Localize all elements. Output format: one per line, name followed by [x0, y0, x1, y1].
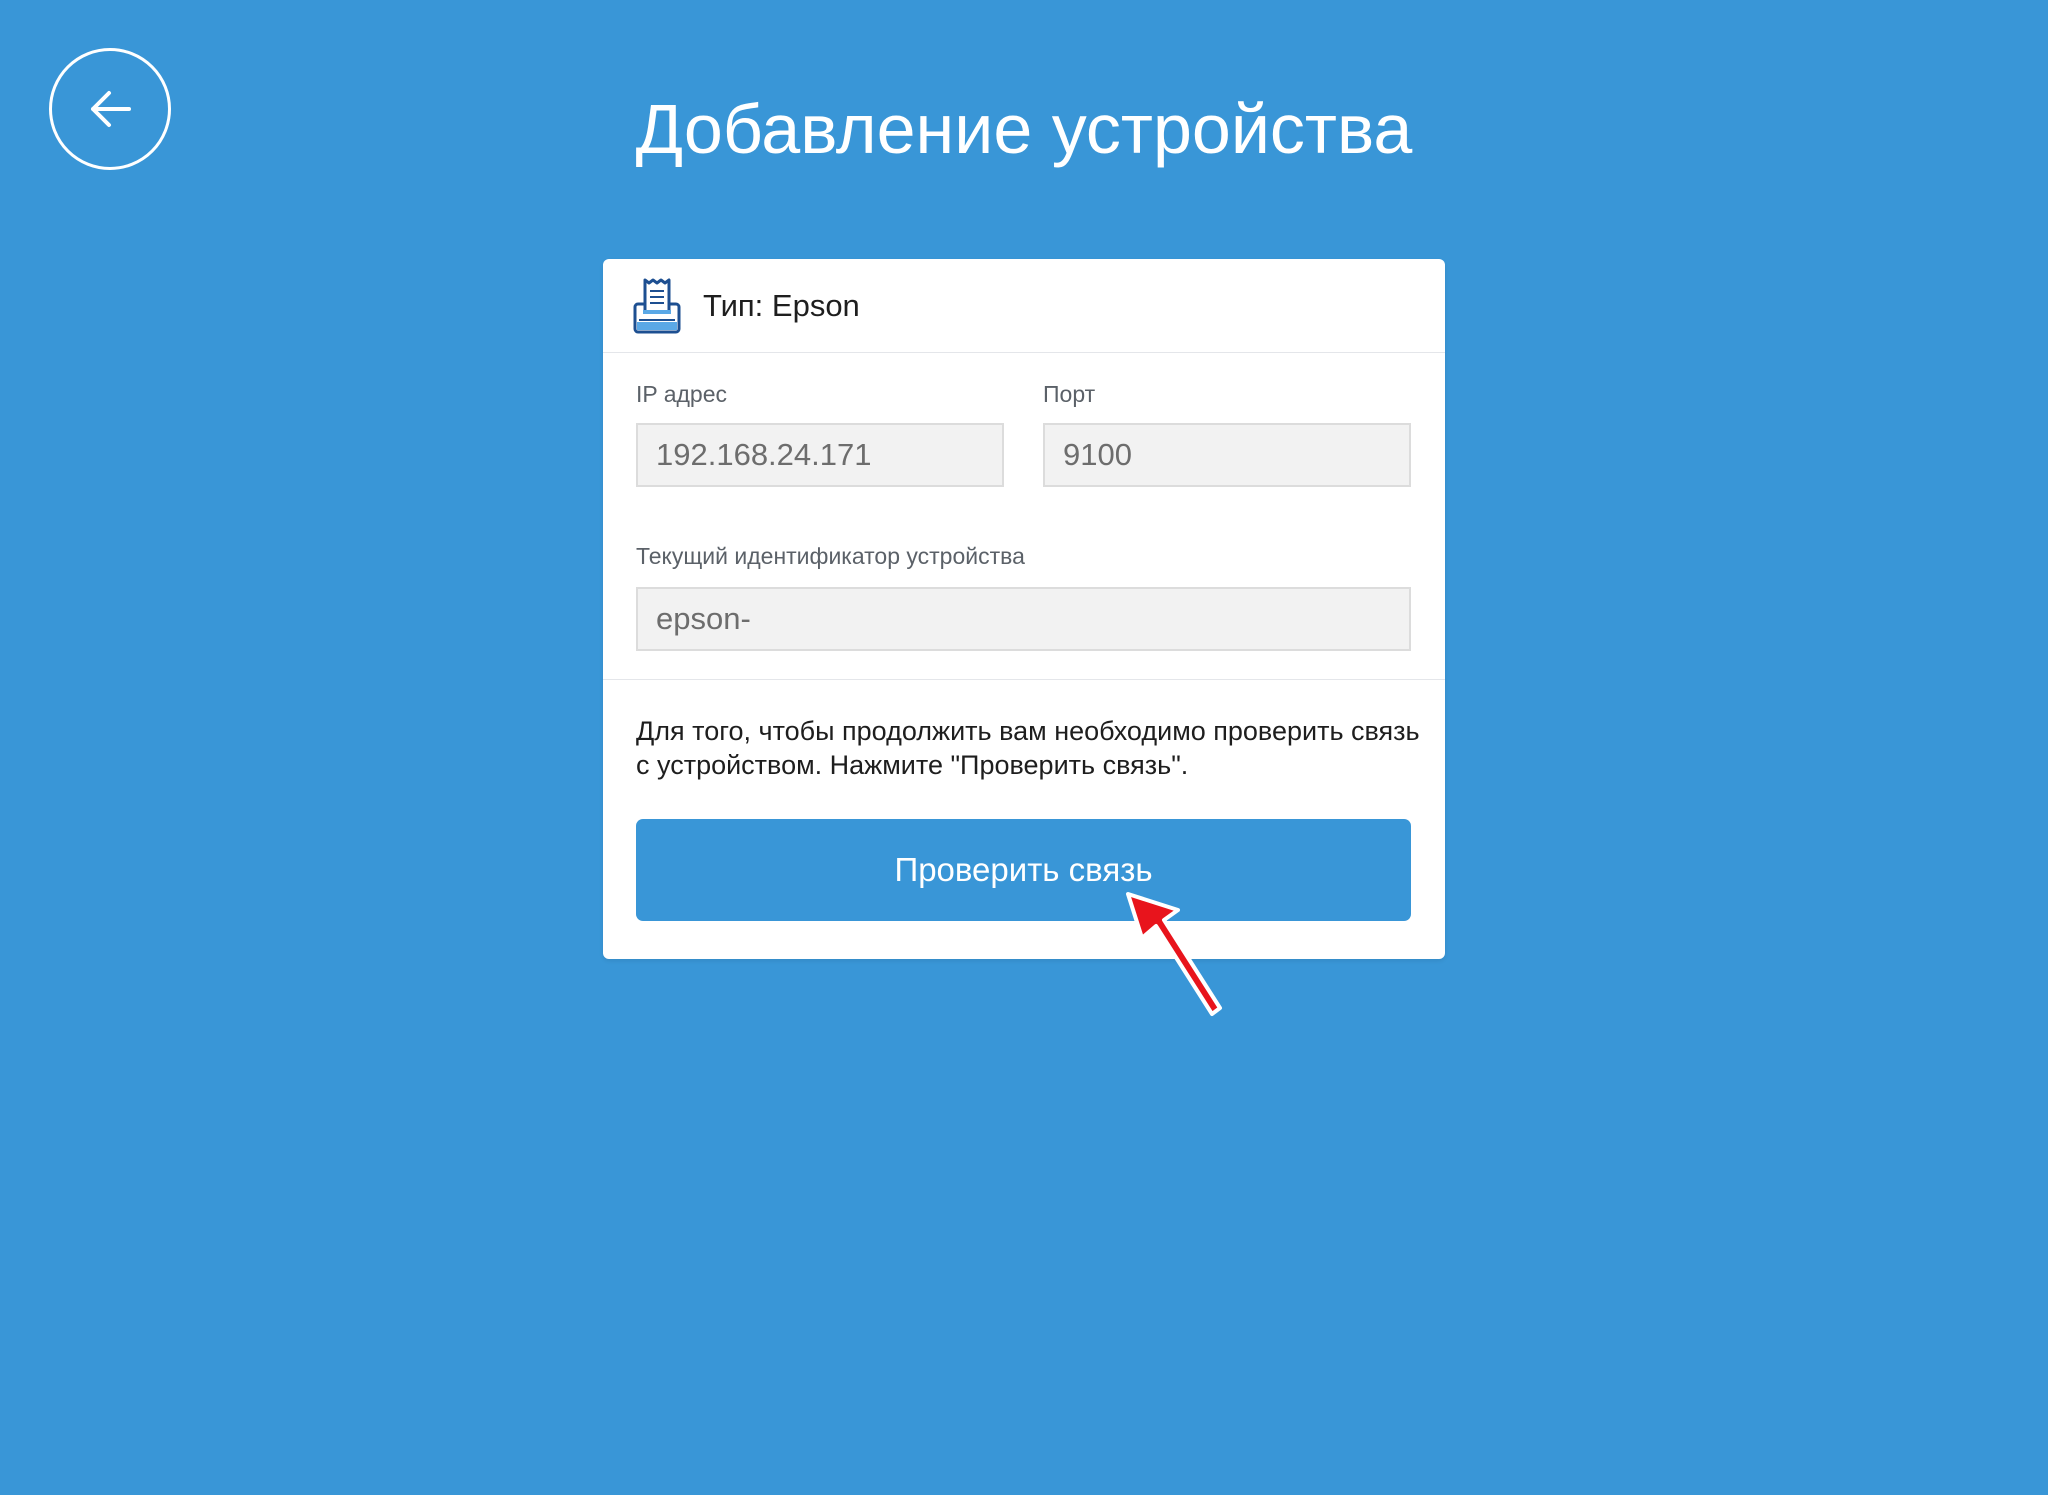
check-connection-button[interactable]: Проверить связь [636, 819, 1411, 921]
device-type-header: Тип: Epson [603, 259, 1445, 353]
device-type-label: Тип: Epson [703, 287, 860, 323]
ip-address-label: IP адрес [636, 381, 728, 407]
port-input[interactable] [1043, 423, 1411, 487]
ip-address-input[interactable] [636, 423, 1004, 487]
annotation-arrow-icon [1126, 892, 1222, 1016]
device-id-input[interactable] [636, 587, 1411, 651]
device-id-label: Текущий идентификатор устройства [636, 543, 1025, 569]
connection-info-text: Для того, чтобы продолжить вам необходим… [636, 716, 1420, 780]
port-label: Порт [1043, 381, 1096, 407]
receipt-printer-icon [633, 278, 681, 333]
device-card: Тип: Epson IP адрес Порт Текущий идентиф… [603, 259, 1445, 959]
page-title: Добавление устройства [635, 90, 1413, 168]
connection-fields: IP адрес Порт Текущий идентификатор устр… [603, 353, 1445, 680]
